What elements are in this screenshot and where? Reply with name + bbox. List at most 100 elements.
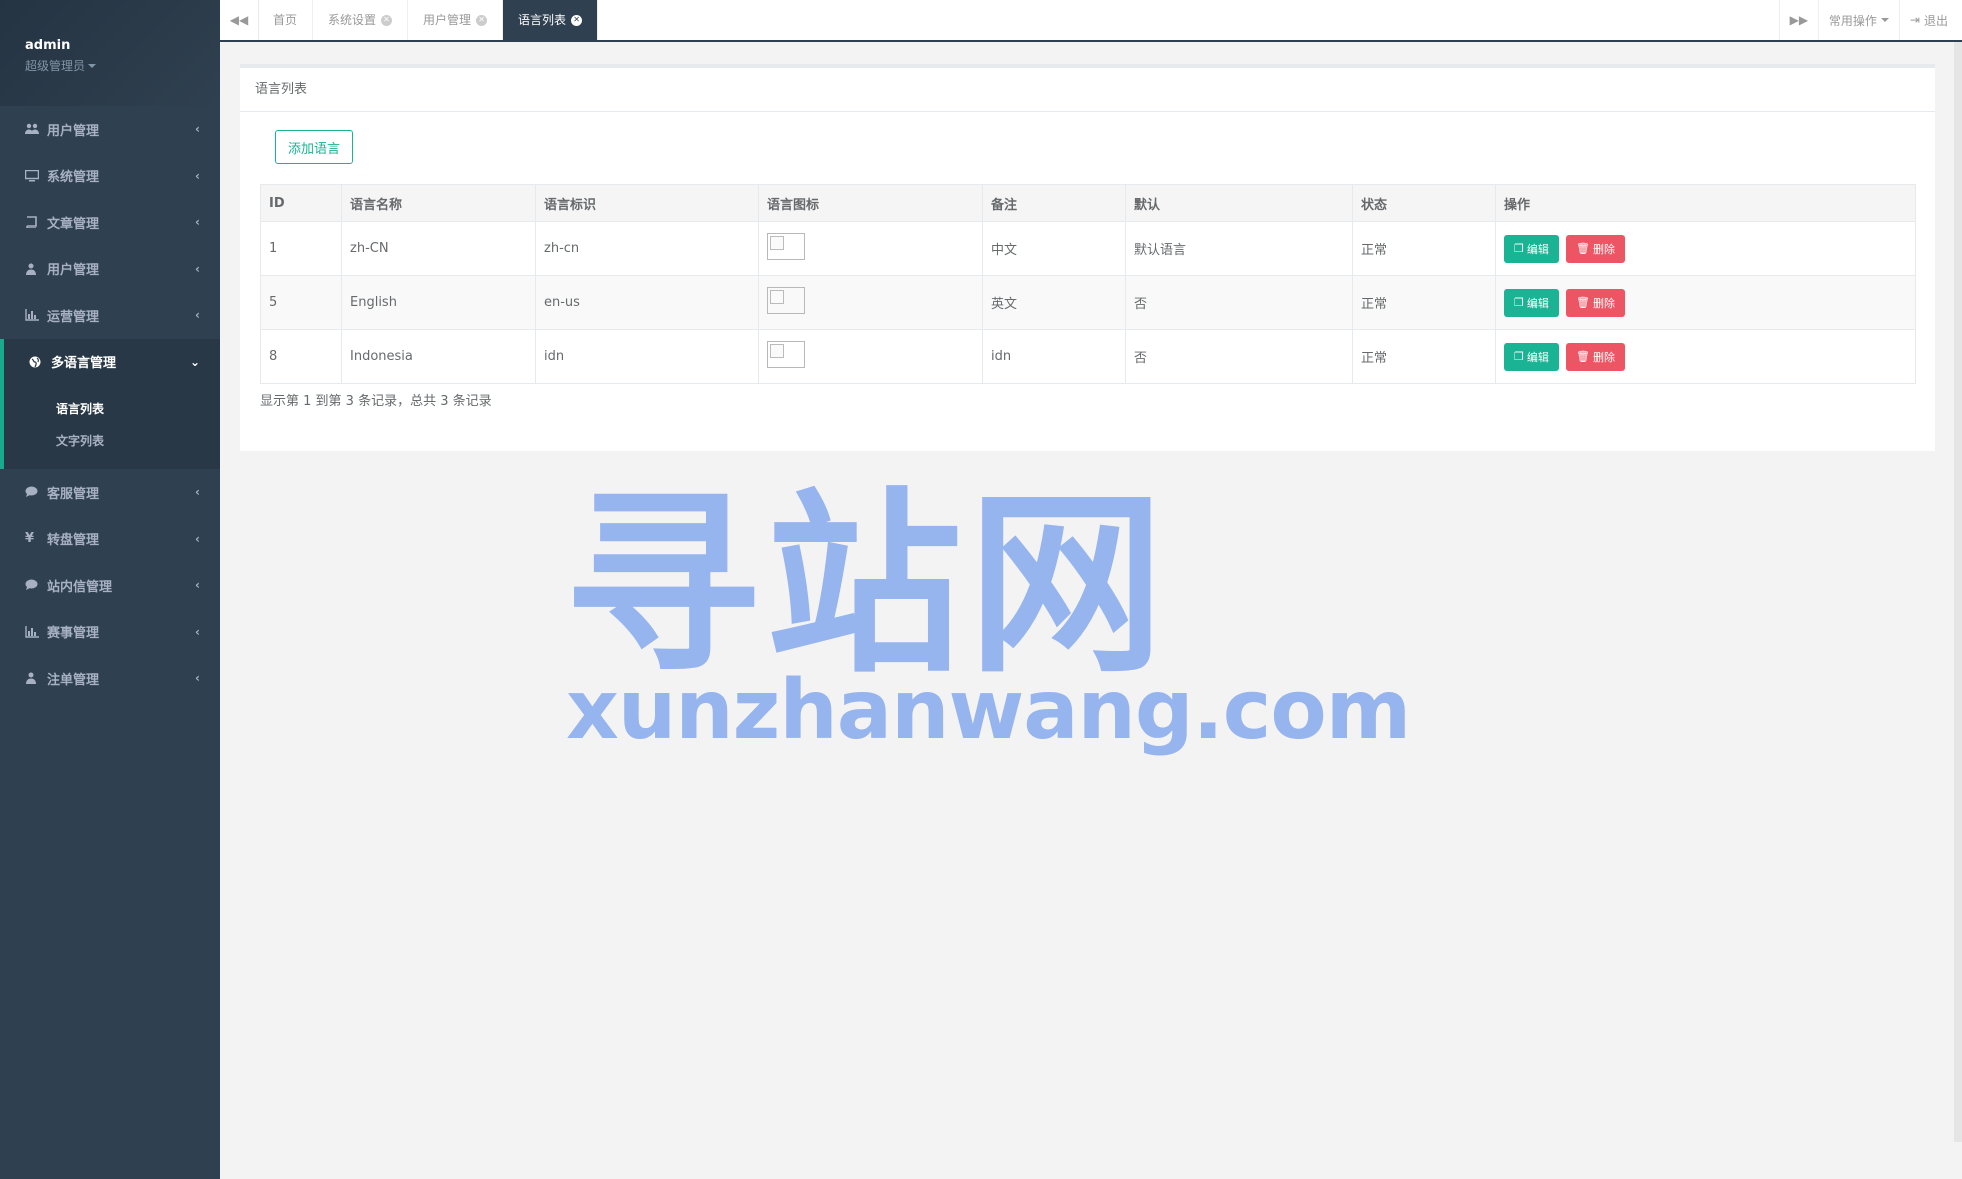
chevron-left-icon: ‹	[195, 578, 200, 593]
comment-icon	[25, 579, 43, 591]
users-icon	[25, 123, 43, 135]
edit-button[interactable]: ❐ 编辑	[1504, 342, 1559, 371]
sidebar-item-operations[interactable]: 运营管理 ‹	[0, 292, 220, 339]
copy-icon: ❐	[1514, 242, 1524, 255]
delete-label: 删除	[1592, 296, 1615, 310]
delete-button[interactable]: 🗑 删除	[1566, 342, 1625, 371]
caret-down-icon	[88, 63, 97, 68]
sidebar-item-label: 注单管理	[47, 672, 100, 688]
profile-role-dropdown[interactable]: 超级管理员	[25, 57, 97, 74]
cell-remark: 中文	[982, 221, 1126, 276]
broken-image-icon	[767, 233, 805, 260]
sidebar-item-users[interactable]: 用户管理 ‹	[0, 106, 220, 153]
watermark-text-en: xunzhanwang.com	[566, 663, 1411, 758]
add-language-button[interactable]: 添加语言	[275, 130, 354, 164]
cell-id: 1	[260, 221, 342, 276]
delete-label: 删除	[1592, 242, 1615, 256]
sidebar-item-label: 站内信管理	[47, 579, 113, 595]
sidebar-item-label: 用户管理	[47, 263, 100, 279]
cell-actions: ❐ 编辑 🗑 删除	[1495, 221, 1916, 276]
tab-bar-tools: ▶▶ 常用操作 ⇥ 退出	[1778, 0, 1962, 40]
edit-button[interactable]: ❐ 编辑	[1504, 234, 1559, 263]
tab-language-list[interactable]: 语言列表 ✕	[503, 0, 599, 40]
cell-default: 默认语言	[1125, 221, 1353, 276]
sidebar-item-customer-service[interactable]: 客服管理 ‹	[0, 469, 220, 516]
column-header[interactable]: 语言图标	[758, 184, 983, 222]
chevron-left-icon: ‹	[195, 168, 200, 183]
scroll-tabs-right-button[interactable]: ▶▶	[1778, 0, 1818, 40]
sidebar-item-wheel[interactable]: ¥ 转盘管理 ‹	[0, 516, 220, 563]
tab-user-management[interactable]: 用户管理 ✕	[408, 0, 504, 40]
comment-icon	[25, 486, 43, 498]
sidebar-item-bets[interactable]: 注单管理 ‹	[0, 655, 220, 702]
watermark-text-cn: 寻站网	[564, 472, 1171, 700]
column-header[interactable]: 语言名称	[341, 184, 536, 222]
tab-bar: ◀◀ 首页 系统设置 ✕ 用户管理 ✕ 语言列表 ✕ ▶▶ 常用操作 ⇥ 退出	[220, 0, 1962, 42]
chevron-left-icon: ‹	[195, 261, 200, 276]
double-chevron-right-icon: ▶▶	[1789, 13, 1809, 27]
sign-out-icon: ⇥	[1909, 13, 1920, 27]
cell-actions: ❐ 编辑 🗑 删除	[1495, 275, 1916, 330]
tab-label: 用户管理	[423, 13, 472, 27]
scroll-tabs-left-button[interactable]: ◀◀	[220, 0, 259, 40]
sidebar-item-system[interactable]: 系统管理 ‹	[0, 153, 220, 200]
cell-default: 否	[1125, 275, 1353, 330]
column-header[interactable]: 状态	[1352, 184, 1496, 222]
tab-system-settings[interactable]: 系统设置 ✕	[313, 0, 409, 40]
broken-image-icon	[767, 287, 805, 314]
sidebar-item-messages[interactable]: 站内信管理 ‹	[0, 562, 220, 609]
delete-button[interactable]: 🗑 删除	[1566, 234, 1625, 263]
cell-id: 8	[260, 329, 342, 384]
trash-icon: 🗑	[1576, 350, 1590, 363]
submenu-item-text-list[interactable]: 文字列表	[4, 425, 220, 457]
column-header[interactable]: 默认	[1125, 184, 1353, 222]
double-chevron-left-icon: ◀◀	[229, 13, 249, 27]
delete-button[interactable]: 🗑 删除	[1566, 288, 1625, 317]
trash-icon: 🗑	[1576, 296, 1590, 309]
yen-icon: ¥	[25, 531, 35, 547]
close-icon[interactable]: ✕	[381, 14, 393, 26]
sidebar-item-articles[interactable]: 文章管理 ‹	[0, 199, 220, 246]
column-header[interactable]: 语言标识	[535, 184, 759, 222]
table-row: 8 Indonesia idn idn 否 正常 ❐ 编辑 🗑 删除	[260, 329, 1916, 384]
delete-label: 删除	[1592, 350, 1615, 364]
sidebar-item-label: 赛事管理	[47, 626, 100, 642]
column-header[interactable]: ID	[260, 184, 342, 222]
cell-status: 正常	[1352, 275, 1496, 330]
caret-down-icon	[1880, 18, 1889, 22]
chevron-down-icon: ⌄	[189, 354, 200, 369]
edit-label: 编辑	[1526, 242, 1549, 256]
sidebar-item-multilang[interactable]: 多语言管理 ⌄	[0, 338, 220, 385]
copy-icon: ❐	[1514, 350, 1524, 363]
cell-actions: ❐ 编辑 🗑 删除	[1495, 329, 1916, 384]
column-header[interactable]: 备注	[982, 184, 1126, 222]
cell-default: 否	[1125, 329, 1353, 384]
cell-icon	[758, 275, 983, 330]
sidebar-item-user-mgmt[interactable]: 用户管理 ‹	[0, 246, 220, 293]
common-ops-dropdown[interactable]: 常用操作	[1817, 0, 1899, 40]
table-row: 1 zh-CN zh-cn 中文 默认语言 正常 ❐ 编辑 🗑 删除	[260, 221, 1916, 276]
page-scrollbar[interactable]	[1954, 42, 1962, 1142]
common-ops-label: 常用操作	[1828, 13, 1877, 28]
logout-button[interactable]: ⇥ 退出	[1898, 0, 1962, 40]
sidebar-item-label: 多语言管理	[51, 356, 117, 372]
user-icon	[25, 672, 43, 685]
pagination-info: 显示第 1 到第 3 条记录，总共 3 条记录	[260, 394, 492, 409]
tab-label: 系统设置	[328, 13, 377, 27]
cell-status: 正常	[1352, 221, 1496, 276]
sidebar-item-events[interactable]: 赛事管理 ‹	[0, 609, 220, 656]
edit-label: 编辑	[1526, 350, 1549, 364]
table-header-row: ID 语言名称 语言标识 语言图标 备注 默认 状态 操作	[260, 184, 1916, 222]
edit-button[interactable]: ❐ 编辑	[1504, 288, 1559, 317]
chevron-left-icon: ‹	[195, 122, 200, 137]
cell-remark: idn	[982, 329, 1126, 384]
close-icon[interactable]: ✕	[476, 14, 488, 26]
close-icon[interactable]: ✕	[571, 14, 583, 26]
bar-chart-icon	[25, 625, 43, 638]
profile-header: admin 超级管理员	[0, 0, 220, 106]
tab-home[interactable]: 首页	[258, 0, 314, 40]
cell-name: Indonesia	[341, 329, 536, 384]
submenu-item-language-list[interactable]: 语言列表	[4, 393, 220, 425]
sidebar-item-label: 文章管理	[47, 216, 100, 232]
language-list-panel: 语言列表 添加语言 ID 语言名称 语言标识 语言图标 备注 默认 状态 操作 …	[240, 64, 1935, 451]
